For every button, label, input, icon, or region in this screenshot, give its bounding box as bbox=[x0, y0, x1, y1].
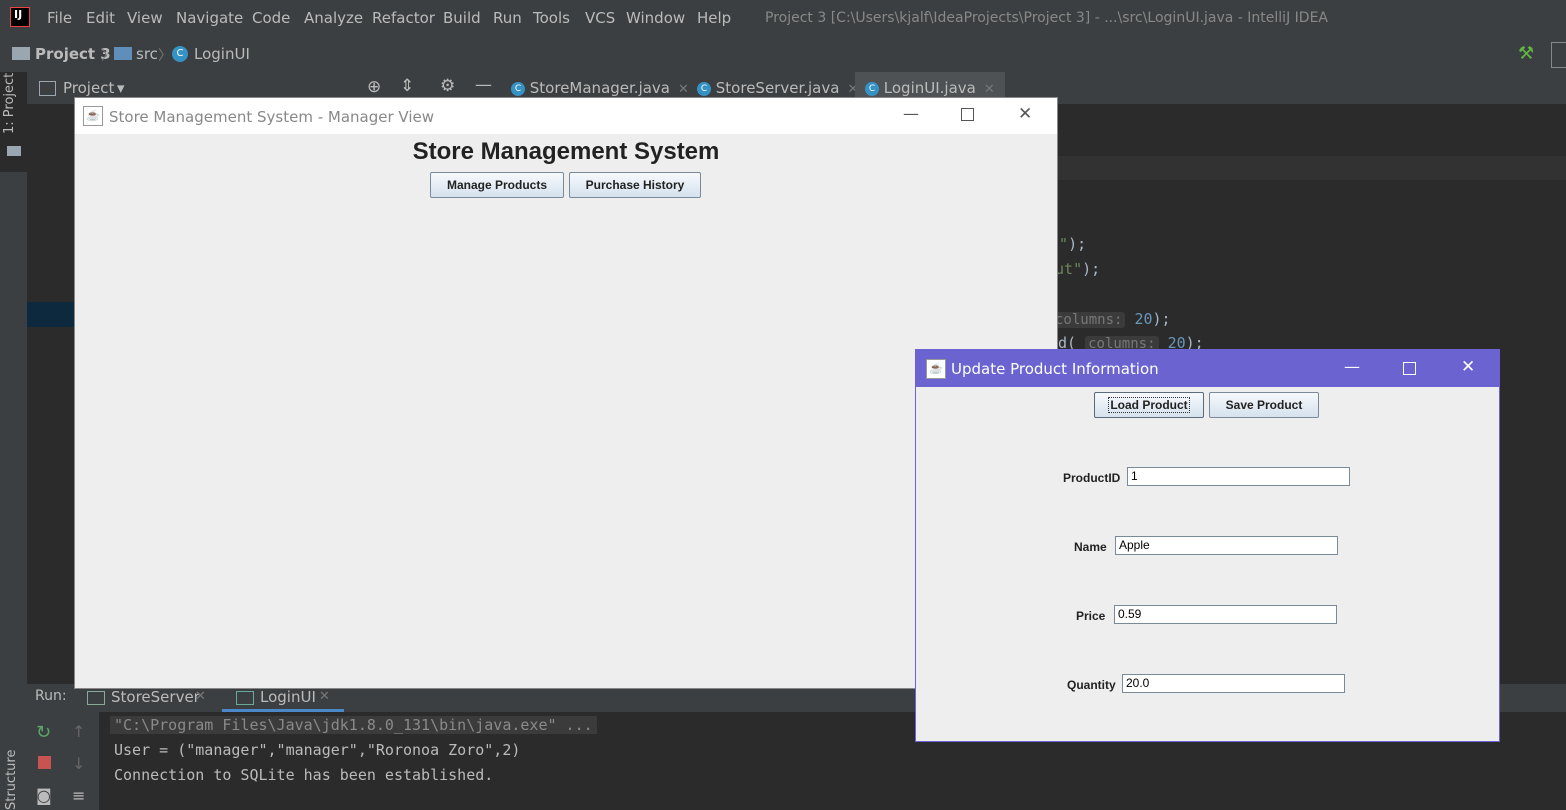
breadcrumb-project[interactable]: Project 3 bbox=[35, 45, 111, 63]
manager-view-window: ☕ Store Management System - Manager View… bbox=[74, 97, 1058, 689]
window-title: Store Management System - Manager View bbox=[109, 108, 434, 126]
maximize-window-icon[interactable] bbox=[1403, 362, 1416, 375]
menu-refactor[interactable]: Refactor bbox=[372, 9, 435, 27]
chevron-down-icon[interactable]: ▾ bbox=[117, 79, 125, 97]
menu-view[interactable]: View bbox=[127, 9, 163, 27]
stop-icon[interactable] bbox=[38, 756, 51, 769]
price-field[interactable]: 0.59 bbox=[1114, 605, 1337, 624]
purchase-history-button[interactable]: Purchase History bbox=[569, 172, 701, 198]
console-icon bbox=[236, 691, 254, 705]
load-product-label: Load Product bbox=[1108, 397, 1190, 413]
name-field[interactable]: Apple bbox=[1115, 536, 1338, 555]
collapse-icon[interactable]: ⇕ bbox=[400, 76, 414, 96]
run-tab-loginui[interactable]: LoginUI bbox=[260, 688, 316, 706]
minimize-icon[interactable]: — bbox=[475, 75, 492, 95]
left-tool-strip bbox=[0, 72, 27, 810]
menu-code[interactable]: Code bbox=[252, 9, 290, 27]
breadcrumb-file[interactable]: LoginUI bbox=[194, 45, 250, 63]
window-title: Update Product Information bbox=[951, 360, 1159, 378]
arrow-up-icon[interactable]: ↑ bbox=[72, 722, 85, 741]
run-label: Run: bbox=[35, 688, 67, 704]
quantity-label: Quantity bbox=[1067, 678, 1116, 692]
menu-build[interactable]: Build bbox=[443, 9, 481, 27]
project-panel-icon bbox=[39, 81, 56, 96]
code-line: columns: 20); bbox=[1052, 310, 1171, 328]
camera-icon[interactable]: ◙ bbox=[36, 786, 52, 805]
console-line: Connection to SQLite has been establishe… bbox=[114, 766, 494, 784]
close-icon[interactable]: ✕ bbox=[984, 82, 995, 97]
manage-products-button[interactable]: Manage Products bbox=[430, 172, 564, 198]
window-title-bar[interactable]: ☕ Store Management System - Manager View… bbox=[75, 98, 1057, 134]
menu-analyze[interactable]: Analyze bbox=[304, 9, 363, 27]
source-folder-icon bbox=[114, 47, 132, 60]
java-class-icon: C bbox=[865, 81, 879, 96]
tab-storeserver[interactable]: C StoreServer.java ✕ bbox=[697, 79, 858, 97]
java-class-icon: C bbox=[511, 81, 525, 96]
name-label: Name bbox=[1074, 540, 1107, 554]
gear-icon[interactable]: ⚙ bbox=[440, 76, 455, 96]
minimize-window-icon[interactable]: — bbox=[903, 104, 919, 123]
wrap-icon[interactable]: ≡ bbox=[72, 786, 85, 805]
project-tree-selection bbox=[27, 302, 74, 327]
run-tab-storeserver[interactable]: StoreServer bbox=[111, 688, 200, 706]
arrow-down-icon[interactable]: ↓ bbox=[72, 754, 85, 773]
minimize-window-icon[interactable]: — bbox=[1344, 357, 1360, 376]
console-line-command: "C:\Program Files\Java\jdk1.8.0_131\bin\… bbox=[110, 716, 597, 734]
structure-tool-label[interactable]: Structure bbox=[4, 750, 19, 810]
java-app-icon: ☕ bbox=[926, 359, 946, 379]
menu-window[interactable]: Window bbox=[626, 9, 685, 27]
console-icon bbox=[87, 691, 105, 705]
java-app-icon: ☕ bbox=[83, 106, 103, 126]
product-id-label: ProductID bbox=[1063, 471, 1121, 485]
maximize-window-icon[interactable] bbox=[961, 108, 974, 121]
close-window-icon[interactable]: ✕ bbox=[1018, 104, 1032, 124]
build-hammer-icon[interactable]: ⚒ bbox=[1518, 43, 1534, 64]
run-toolbar: ↻ ↑ ↓ ◙ ≡ bbox=[27, 712, 99, 810]
run-config-selector[interactable] bbox=[1551, 42, 1566, 68]
java-class-icon: C bbox=[172, 46, 188, 62]
menu-tools[interactable]: Tools bbox=[533, 9, 570, 27]
locate-icon[interactable]: ⊕ bbox=[367, 77, 381, 97]
close-window-icon[interactable]: ✕ bbox=[1461, 357, 1475, 377]
close-icon[interactable]: ✕ bbox=[678, 82, 689, 97]
price-label: Price bbox=[1076, 609, 1106, 623]
tab-label: LoginUI.java bbox=[883, 79, 976, 97]
load-product-button[interactable]: Load Product bbox=[1094, 392, 1204, 418]
rerun-icon[interactable]: ↻ bbox=[36, 722, 51, 743]
quantity-field[interactable]: 20.0 bbox=[1122, 674, 1345, 693]
ide-window-title: Project 3 [C:\Users\kjalf\IdeaProjects\P… bbox=[765, 10, 1328, 26]
caret-row-highlight bbox=[1056, 156, 1566, 180]
save-product-button[interactable]: Save Product bbox=[1209, 392, 1319, 418]
menu-file[interactable]: File bbox=[47, 9, 72, 27]
menu-navigate[interactable]: Navigate bbox=[176, 9, 243, 27]
tab-label: StoreManager.java bbox=[529, 79, 670, 97]
breadcrumb: Project 3 〉 src 〉 C LoginUI ⚒ bbox=[0, 37, 1566, 73]
close-icon[interactable]: ✕ bbox=[195, 689, 206, 704]
chevron-right-icon: 〉 bbox=[158, 48, 172, 64]
product-id-field[interactable]: 1 bbox=[1127, 467, 1350, 486]
folder-icon bbox=[7, 146, 21, 156]
chevron-right-icon: 〉 bbox=[101, 48, 115, 64]
menu-run[interactable]: Run bbox=[493, 9, 522, 27]
project-panel-title[interactable]: Project bbox=[63, 79, 114, 97]
console-line: User = ("manager","manager","Roronoa Zor… bbox=[114, 741, 521, 759]
menu-bar: IJ File Edit View Navigate Code Analyze … bbox=[0, 0, 1566, 37]
page-title: Store Management System bbox=[412, 138, 720, 165]
project-tool-button[interactable]: 1: Project bbox=[0, 72, 27, 172]
close-icon[interactable]: ✕ bbox=[319, 689, 330, 704]
breadcrumb-folder[interactable]: src bbox=[136, 45, 158, 63]
window-title-bar[interactable]: ☕ Update Product Information — ✕ bbox=[916, 350, 1499, 387]
update-product-window: ☕ Update Product Information — ✕ Load Pr… bbox=[915, 349, 1500, 742]
menu-edit[interactable]: Edit bbox=[86, 9, 115, 27]
tab-storemanager[interactable]: C StoreManager.java ✕ bbox=[511, 79, 689, 97]
intellij-logo-icon: IJ bbox=[10, 7, 30, 27]
java-class-icon: C bbox=[697, 81, 711, 96]
menu-help[interactable]: Help bbox=[697, 9, 731, 27]
menu-vcs[interactable]: VCS bbox=[585, 9, 615, 27]
tab-label: StoreServer.java bbox=[715, 79, 840, 97]
project-tool-label: 1: Project bbox=[2, 72, 17, 134]
folder-icon bbox=[12, 47, 30, 60]
